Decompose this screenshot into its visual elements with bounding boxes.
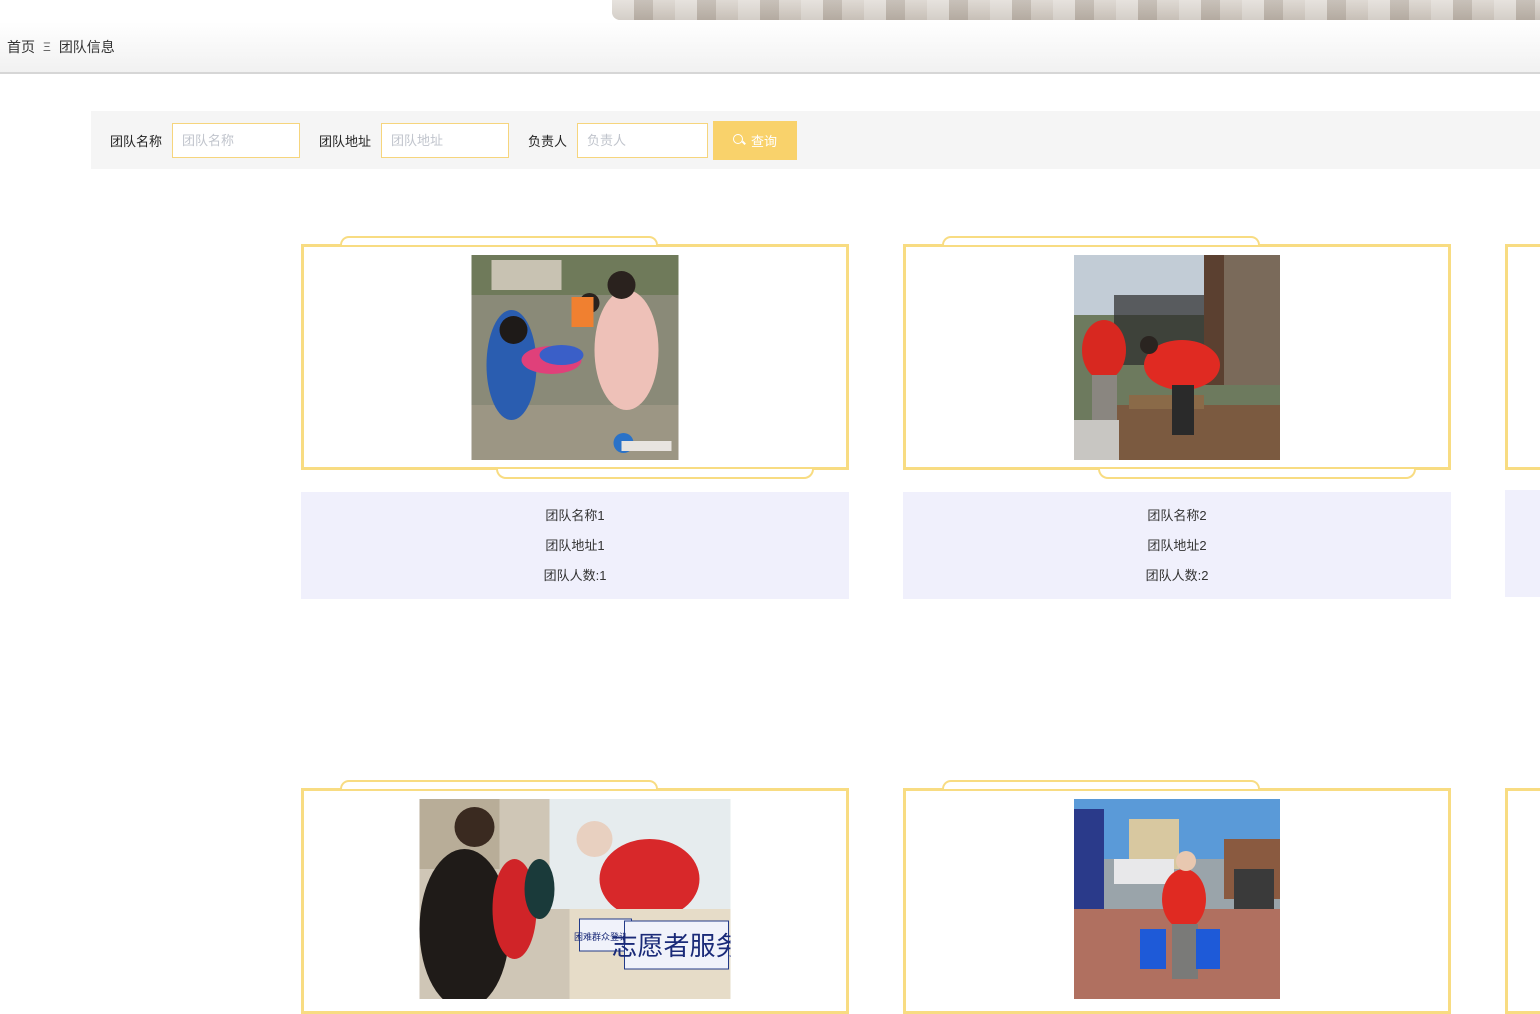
frame-tab-top: [340, 236, 658, 245]
team-card-frame: [301, 236, 849, 479]
top-banner-image: [612, 0, 1540, 20]
search-icon: [733, 134, 745, 146]
team-card-info: 团队名称2 团队地址2 团队人数:2: [903, 492, 1451, 599]
search-bar: 团队名称 团队地址 负责人 查询: [91, 111, 1540, 169]
team-photo-volunteer-carrying: [1074, 799, 1280, 999]
frame-tab-top: [942, 780, 1260, 789]
team-card-2[interactable]: 团队名称2 团队地址2 团队人数:2: [903, 236, 1451, 599]
team-photo-2[interactable]: [1074, 255, 1280, 460]
team-members: 团队人数:1: [543, 568, 607, 583]
team-photo-1[interactable]: [471, 255, 679, 460]
team-card-3-info-partial: [1505, 490, 1540, 597]
team-card-frame: [903, 780, 1451, 1014]
breadcrumb-current: 团队信息: [58, 39, 115, 55]
team-name-label: 团队名称: [110, 133, 163, 149]
team-card-frame: [903, 236, 1451, 479]
team-address: 团队地址2: [1147, 538, 1207, 553]
breadcrumb: 首页 Ξ 团队信息: [0, 22, 1540, 74]
team-card-5[interactable]: [903, 780, 1451, 1014]
leader-input[interactable]: [577, 122, 709, 158]
team-card-3-partial[interactable]: [1505, 244, 1540, 470]
team-photo-volunteer-desk: 困难群众登记处 志愿者服务: [419, 799, 731, 999]
breadcrumb-separator-icon: Ξ: [43, 40, 51, 54]
team-members: 团队人数:2: [1145, 568, 1209, 583]
volunteer-service-sign: 志愿者服务: [611, 932, 730, 962]
team-card-1[interactable]: 团队名称1 团队地址1 团队人数:1: [301, 236, 849, 599]
team-card-frame: 困难群众登记处 志愿者服务: [301, 780, 849, 1014]
frame-tab-top: [340, 780, 658, 789]
team-card-info: 团队名称1 团队地址1 团队人数:1: [301, 492, 849, 599]
team-address: 团队地址1: [545, 538, 605, 553]
team-card-6-partial[interactable]: [1505, 788, 1540, 1014]
team-photo-children-gifts: [471, 255, 679, 460]
search-button-label: 查询: [751, 133, 778, 149]
team-photo-volunteers-cleaning: [1074, 255, 1280, 460]
team-photo-4[interactable]: [1074, 799, 1280, 999]
frame-tab-top: [942, 236, 1260, 245]
team-name-input[interactable]: [172, 122, 301, 158]
search-button[interactable]: 查询: [713, 120, 798, 160]
breadcrumb-home-link[interactable]: 首页: [7, 37, 35, 57]
team-card-4[interactable]: 困难群众登记处 志愿者服务: [301, 780, 849, 1014]
team-name: 团队名称1: [545, 508, 605, 523]
team-address-input[interactable]: [381, 122, 510, 158]
leader-label: 负责人: [528, 133, 568, 149]
frame-tab-bottom: [1098, 469, 1416, 479]
team-photo-3[interactable]: 困难群众登记处 志愿者服务: [419, 799, 731, 999]
team-address-label: 团队地址: [319, 133, 372, 149]
frame-tab-bottom: [496, 469, 814, 479]
team-name: 团队名称2: [1147, 508, 1207, 523]
